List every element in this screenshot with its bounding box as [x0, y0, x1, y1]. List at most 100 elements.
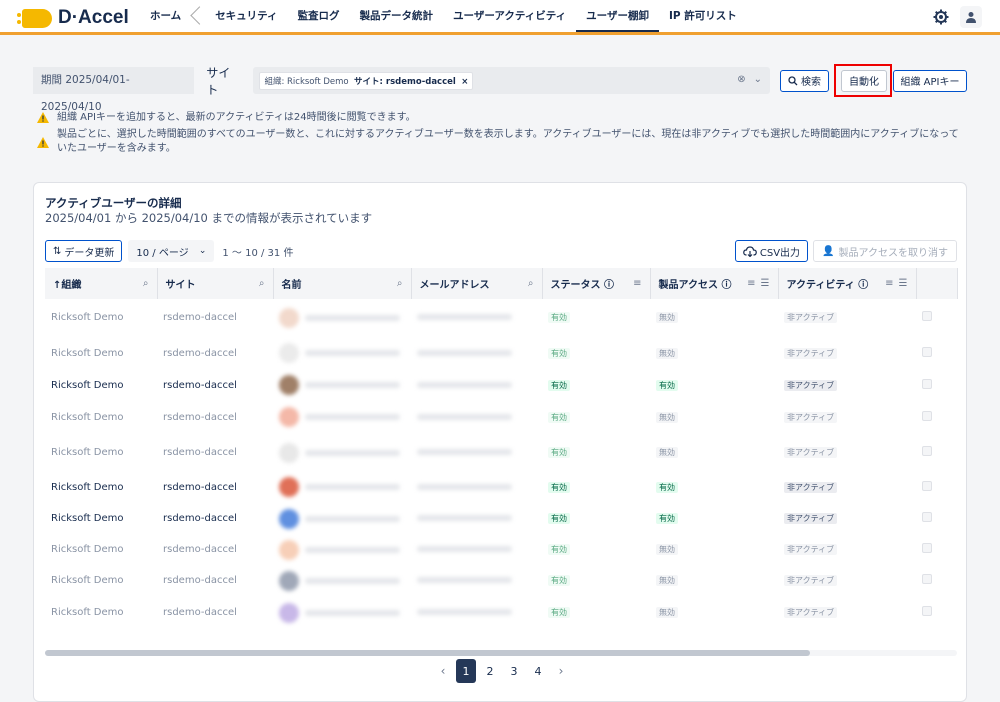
redacted-name — [305, 546, 400, 553]
page-size-value: 10 / ページ — [136, 247, 189, 259]
next-page-button[interactable]: › — [552, 659, 570, 683]
col-site[interactable]: サイト ⌕ — [157, 268, 274, 299]
table-row[interactable]: Ricksoft Demo rsdemo-daccel 有効 無効 非アクティブ — [45, 434, 957, 471]
search-button[interactable]: 検索 — [780, 69, 829, 92]
page-1[interactable]: 1 — [456, 659, 476, 683]
cell-select[interactable] — [916, 336, 957, 370]
cell-select[interactable] — [916, 534, 957, 565]
table-row[interactable]: Ricksoft Demo rsdemo-daccel 有効 有効 非アクティブ — [45, 503, 957, 534]
cell-select[interactable] — [916, 400, 957, 434]
notice-api-key: 組織 APIキーを追加すると、最新のアクティビティは24時間後に閲覧できます。 — [37, 111, 416, 125]
nav-user-inventory[interactable]: ユーザー棚卸 — [576, 0, 659, 32]
col-activity[interactable]: アクティビティ ⓘ ≡ ☰ — [778, 268, 917, 299]
app-logo[interactable]: D·Accel — [17, 7, 129, 29]
row-checkbox[interactable] — [922, 512, 932, 522]
cell-site: rsdemo-daccel — [163, 379, 237, 391]
org-api-key-button[interactable]: 組織 APIキー — [893, 69, 967, 92]
cell-org: Ricksoft Demo — [51, 447, 124, 458]
cell-select[interactable] — [916, 370, 957, 400]
nav-ip-allowlist[interactable]: IP 許可リスト — [659, 0, 747, 32]
filter-icon[interactable]: ≡ — [633, 278, 641, 289]
table-row[interactable]: Ricksoft Demo rsdemo-daccel 有効 無効 非アクティブ — [45, 534, 957, 565]
table-row[interactable]: Ricksoft Demo rsdemo-daccel 有効 無効 非アクティブ — [45, 596, 957, 629]
refresh-icon: ⇅ — [53, 245, 62, 257]
table-row[interactable]: Ricksoft Demo rsdemo-daccel 有効 無効 非アクティブ — [45, 400, 957, 434]
cell-product-access: 無効 — [650, 534, 778, 565]
column-search-icon[interactable]: ⌕ — [143, 278, 149, 289]
row-checkbox[interactable] — [922, 311, 932, 321]
page-2[interactable]: 2 — [480, 659, 500, 683]
status-badge: 有効 — [548, 544, 570, 555]
column-search-icon[interactable]: ⌕ — [259, 278, 265, 289]
csv-export-button[interactable]: CSV出力 — [734, 240, 809, 262]
column-settings-icon[interactable]: ☰ — [899, 278, 908, 289]
prev-page-button[interactable]: ‹ — [434, 659, 452, 683]
cell-select[interactable] — [916, 565, 957, 596]
cell-org: Ricksoft Demo — [51, 575, 124, 586]
period-picker[interactable]: 期間 2025/04/01-2025/04/10 — [33, 67, 195, 113]
page-3[interactable]: 3 — [504, 659, 524, 683]
chip-remove-icon[interactable]: × — [461, 77, 468, 87]
table-row[interactable]: Ricksoft Demo rsdemo-daccel 有効 無効 非アクティブ — [45, 299, 957, 336]
cell-product-access: 無効 — [650, 596, 778, 629]
cell-select[interactable] — [916, 299, 957, 336]
site-select[interactable]: 組織: Ricksoft Demo サイト: rsdemo-daccel × ⊗… — [253, 67, 770, 94]
nav-product-stats[interactable]: 製品データ統計 — [350, 0, 444, 32]
row-checkbox[interactable] — [922, 346, 932, 357]
col-email[interactable]: メールアドレス ⌕ — [411, 268, 543, 299]
cell-email — [411, 534, 542, 565]
settings-gear-icon[interactable] — [930, 6, 952, 28]
column-settings-icon[interactable]: ☰ — [761, 278, 770, 289]
cell-product-access: 有効 — [650, 370, 778, 400]
row-checkbox[interactable] — [922, 378, 932, 389]
cell-select[interactable] — [916, 434, 957, 471]
cell-select[interactable] — [916, 503, 957, 534]
table-row[interactable]: Ricksoft Demo rsdemo-daccel 有効 無効 非アクティブ — [45, 565, 957, 596]
row-checkbox[interactable] — [922, 410, 932, 421]
row-checkbox[interactable] — [922, 446, 932, 456]
warning-icon — [37, 112, 49, 123]
col-site-label: サイト — [165, 280, 196, 291]
column-search-icon[interactable]: ⌕ — [528, 278, 534, 289]
cell-select[interactable] — [916, 596, 957, 629]
cell-org: Ricksoft Demo — [51, 347, 124, 359]
column-search-icon[interactable]: ⌕ — [397, 278, 403, 289]
site-label: サイト — [206, 65, 231, 97]
nav-audit-log[interactable]: 監査ログ — [288, 0, 350, 32]
clear-selection-icon[interactable]: ⊗ — [737, 74, 745, 85]
nav-security[interactable]: セキュリティ — [205, 0, 287, 32]
cell-site: rsdemo-daccel — [163, 411, 237, 423]
avatar — [279, 508, 299, 529]
col-name[interactable]: 名前 ⌕ — [273, 268, 412, 299]
filter-icon[interactable]: ≡ — [885, 278, 893, 289]
scrollbar-thumb[interactable] — [45, 650, 810, 656]
nav-home[interactable]: ホーム — [140, 0, 191, 32]
row-checkbox[interactable] — [922, 543, 932, 553]
col-product-access[interactable]: 製品アクセス ⓘ ≡ ☰ — [650, 268, 779, 299]
row-checkbox[interactable] — [922, 480, 932, 491]
revoke-access-button[interactable]: 👤 製品アクセスを取り消す — [813, 240, 957, 262]
nav-user-activity[interactable]: ユーザーアクティビティ — [443, 0, 576, 32]
table-row[interactable]: Ricksoft Demo rsdemo-daccel 有効 有効 非アクティブ — [45, 471, 957, 503]
access-badge: 無効 — [656, 544, 678, 555]
page-size-select[interactable]: 10 / ページ ⌄ — [128, 240, 215, 262]
filter-icon[interactable]: ≡ — [747, 278, 755, 289]
col-org[interactable]: ↑組織 ⌕ — [45, 268, 158, 299]
page-4[interactable]: 4 — [528, 659, 548, 683]
user-avatar-icon[interactable] — [960, 6, 982, 28]
row-checkbox[interactable] — [922, 574, 932, 584]
row-checkbox[interactable] — [922, 606, 932, 616]
cell-email — [411, 596, 542, 629]
col-status[interactable]: ステータス ⓘ ≡ — [542, 268, 651, 299]
cell-activity: 非アクティブ — [778, 471, 916, 503]
refresh-data-button[interactable]: ⇅ データ更新 — [45, 240, 123, 262]
avatar — [279, 539, 299, 560]
horizontal-scrollbar[interactable] — [45, 650, 957, 656]
cell-product-access: 有効 — [650, 503, 778, 534]
table-row[interactable]: Ricksoft Demo rsdemo-daccel 有効 無効 非アクティブ — [45, 336, 957, 370]
redacted-email — [417, 314, 512, 320]
cell-name — [273, 471, 411, 503]
cell-select[interactable] — [916, 471, 957, 503]
chevron-down-icon[interactable]: ⌄ — [754, 74, 762, 85]
table-row[interactable]: Ricksoft Demo rsdemo-daccel 有効 有効 非アクティブ — [45, 370, 957, 400]
